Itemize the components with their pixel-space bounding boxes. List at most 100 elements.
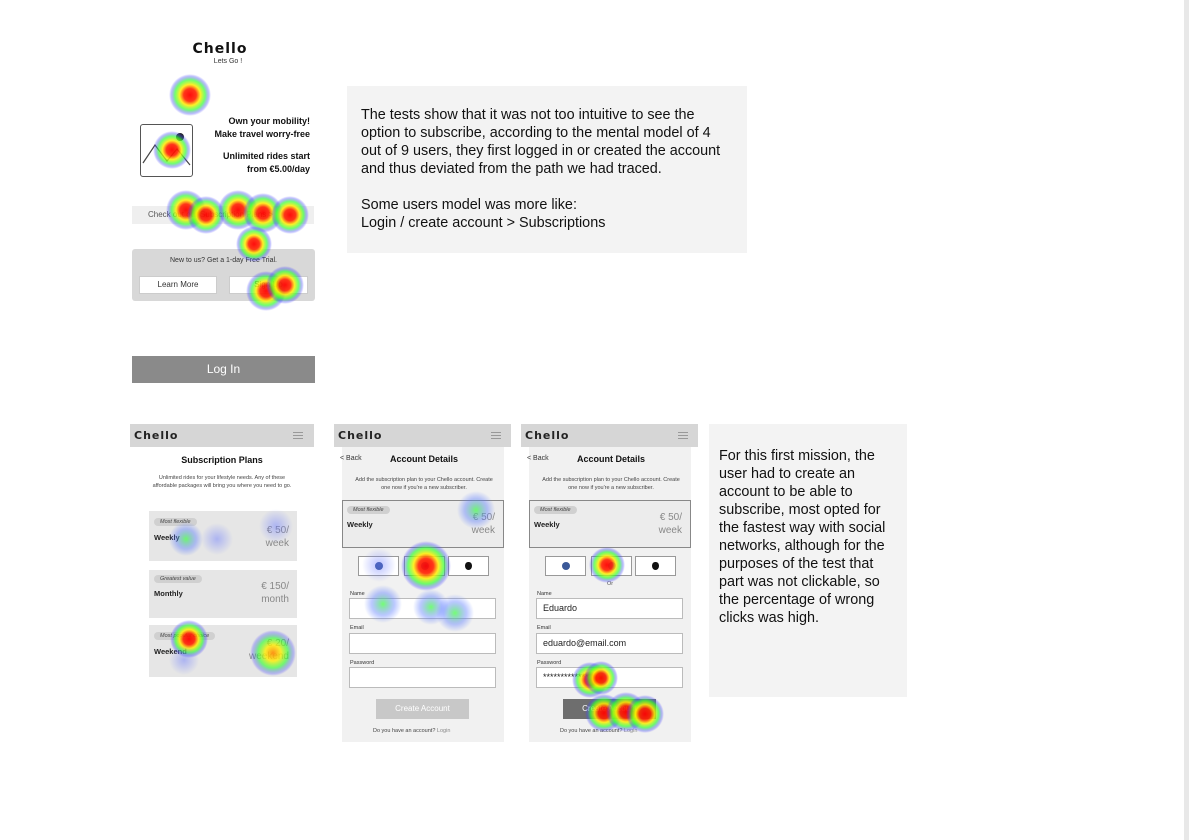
plan-card-monthly[interactable]: Greatest value Monthly € 150/ month bbox=[149, 570, 297, 618]
google-icon bbox=[607, 562, 616, 570]
plan-card-weekly[interactable]: Most flexible Weekly € 50/ week bbox=[149, 511, 297, 561]
or-divider: Or bbox=[606, 581, 614, 587]
login-link[interactable]: Login bbox=[437, 728, 450, 734]
menu-icon[interactable] bbox=[491, 432, 501, 439]
screen-subtitle: Add the subscription plan to your Chello… bbox=[355, 477, 493, 491]
facebook-icon bbox=[374, 562, 383, 570]
plan-name: Weekend bbox=[154, 647, 187, 656]
login-link[interactable]: Login bbox=[624, 728, 637, 734]
screen-subtitle: Unlimited rides for your lifestyle needs… bbox=[152, 475, 292, 489]
app-header: Chello bbox=[334, 424, 511, 447]
apple-icon bbox=[652, 562, 659, 570]
brand-logo: Chello bbox=[525, 429, 570, 442]
hero-line: from €5.00/day bbox=[246, 164, 310, 174]
findings-note: For this first mission, the user had to … bbox=[709, 424, 907, 697]
note-paragraph: Login / create account > Subscriptions bbox=[361, 215, 606, 231]
plan-price: € 50/ week bbox=[630, 511, 682, 537]
name-input[interactable]: Eduardo bbox=[536, 598, 683, 619]
plan-name: Weekly bbox=[534, 520, 560, 529]
app-header: Chello bbox=[521, 424, 698, 447]
create-account-button[interactable]: Create Account bbox=[563, 699, 656, 719]
plan-name: Weekly bbox=[154, 533, 180, 542]
plan-price: € 150/ month bbox=[235, 580, 289, 606]
name-label: Name bbox=[350, 591, 365, 597]
password-label: Password bbox=[350, 660, 375, 666]
menu-icon[interactable] bbox=[293, 432, 303, 439]
app-header: Chello bbox=[130, 424, 314, 447]
menu-icon[interactable] bbox=[678, 432, 688, 439]
screen-title: Account Details bbox=[389, 454, 458, 464]
plan-badge: Most flexible bbox=[534, 506, 577, 514]
back-link[interactable]: < Back bbox=[340, 455, 362, 462]
free-trial-text: New to us? Get a 1-day Free Trial. bbox=[170, 257, 277, 264]
heat-spot bbox=[169, 74, 211, 116]
note-paragraph: Some users model was more like: bbox=[361, 197, 577, 213]
password-input[interactable] bbox=[349, 667, 496, 688]
price-unit: week bbox=[658, 525, 682, 536]
brand-logo: Chello bbox=[192, 41, 248, 57]
plan-badge: Most popular choice bbox=[154, 632, 216, 640]
plan-card-weekend[interactable]: Most popular choice Weekend € 20/ weeken… bbox=[149, 625, 297, 677]
selected-plan-card: Most flexible Weekly € 50/ week bbox=[529, 500, 691, 548]
name-input[interactable] bbox=[349, 598, 496, 619]
facebook-icon bbox=[561, 562, 570, 570]
email-label: Email bbox=[350, 625, 364, 631]
facebook-button[interactable] bbox=[358, 556, 399, 576]
email-input[interactable] bbox=[349, 633, 496, 654]
apple-button[interactable] bbox=[448, 556, 489, 576]
price-unit: weekend bbox=[248, 651, 289, 662]
price-unit: week bbox=[265, 538, 289, 549]
plan-price: € 50/ week bbox=[443, 511, 495, 537]
password-input[interactable]: ************* bbox=[536, 667, 683, 688]
plan-badge: Most flexible bbox=[154, 518, 197, 526]
image-placeholder-icon bbox=[140, 124, 193, 177]
plan-name: Weekly bbox=[347, 520, 373, 529]
hero-line: Unlimited rides start bbox=[222, 151, 310, 161]
google-button[interactable] bbox=[591, 556, 632, 576]
login-prompt: Do you have an account? Login bbox=[373, 728, 450, 734]
screen-title: Subscription Plans bbox=[181, 455, 263, 465]
apple-icon bbox=[465, 562, 472, 570]
screen-body: < Back Account Details Add the subscript… bbox=[527, 447, 691, 742]
subscriptions-link[interactable]: Check out our Subscription Plans > bbox=[148, 210, 308, 219]
price-value: € 50/ bbox=[266, 525, 289, 536]
login-button[interactable]: Log In bbox=[132, 356, 315, 383]
name-label: Name bbox=[537, 591, 552, 597]
selected-plan-card: Most flexible Weekly € 50/ week bbox=[342, 500, 504, 548]
plan-price: € 20/ weekend bbox=[231, 637, 289, 663]
price-value: € 150/ bbox=[261, 581, 289, 592]
page-edge bbox=[1184, 0, 1189, 840]
plan-price: € 50/ week bbox=[239, 524, 289, 550]
hero-headline: Own your mobility! Make travel worry-fre… bbox=[195, 115, 310, 141]
email-input[interactable]: eduardo@email.com bbox=[536, 633, 683, 654]
screen-title: Account Details bbox=[576, 454, 645, 464]
price-value: € 50/ bbox=[472, 512, 495, 523]
brand-logo: Chello bbox=[134, 429, 179, 442]
learn-more-button[interactable]: Learn More bbox=[139, 276, 217, 294]
price-value: € 20/ bbox=[266, 638, 289, 649]
have-account-text: Do you have an account? bbox=[373, 728, 436, 734]
screen-body: < Back Account Details Add the subscript… bbox=[340, 447, 504, 742]
email-label: Email bbox=[537, 625, 551, 631]
price-unit: month bbox=[261, 594, 289, 605]
tagline: Lets Go ! bbox=[213, 58, 243, 65]
brand-logo: Chello bbox=[338, 429, 383, 442]
sign-up-button[interactable]: Sign Up bbox=[229, 276, 308, 294]
facebook-button[interactable] bbox=[545, 556, 586, 576]
apple-button[interactable] bbox=[635, 556, 676, 576]
back-link[interactable]: < Back bbox=[527, 455, 549, 462]
price-value: € 50/ bbox=[659, 512, 682, 523]
login-prompt: Do you have an account? Login bbox=[560, 728, 637, 734]
plan-badge: Most flexible bbox=[347, 506, 390, 514]
password-label: Password bbox=[537, 660, 562, 666]
hero-line: Own your mobility! bbox=[228, 116, 310, 126]
findings-note: The tests show that it was not too intui… bbox=[347, 86, 747, 253]
create-account-button[interactable]: Create Account bbox=[376, 699, 469, 719]
hero-price: Unlimited rides start from €5.00/day bbox=[195, 150, 310, 176]
google-button[interactable] bbox=[404, 556, 445, 576]
price-unit: week bbox=[471, 525, 495, 536]
note-paragraph: For this first mission, the user had to … bbox=[719, 448, 886, 626]
note-paragraph: The tests show that it was not too intui… bbox=[361, 107, 721, 177]
plan-name: Monthly bbox=[154, 589, 183, 598]
screen-subtitle: Add the subscription plan to your Chello… bbox=[542, 477, 680, 491]
